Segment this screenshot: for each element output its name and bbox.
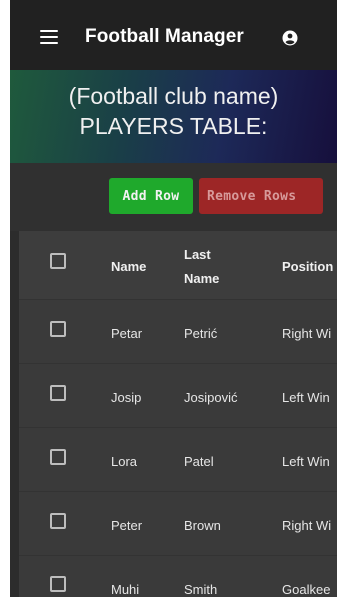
header-last-name-line2: Name xyxy=(184,271,220,286)
cell-name: Muhi xyxy=(111,582,140,597)
row-checkbox[interactable] xyxy=(50,321,66,337)
players-table-heading: PLAYERS TABLE: xyxy=(79,113,268,139)
table-toolbar: Add Row Remove Rows xyxy=(10,163,337,231)
row-checkbox[interactable] xyxy=(50,449,66,465)
table-row[interactable]: Muhi Smith Goalkee xyxy=(19,555,337,597)
add-row-button[interactable]: Add Row xyxy=(109,178,193,214)
cell-last-name: Brown xyxy=(184,518,221,533)
cell-last-name: Patel xyxy=(184,454,214,469)
cell-position: Right Wi xyxy=(282,518,332,533)
app-bar: Football Manager xyxy=(10,0,337,70)
hamburger-menu-icon[interactable] xyxy=(40,30,58,45)
cell-name: Josip xyxy=(111,390,142,405)
cell-name: Lora xyxy=(111,454,138,469)
account-circle-icon[interactable] xyxy=(282,30,298,46)
remove-rows-button[interactable]: Remove Rows xyxy=(199,178,323,214)
cell-name: Petar xyxy=(111,326,143,341)
table-header-row: Name Last Name Position xyxy=(19,231,337,299)
cell-position: Left Win xyxy=(282,390,330,405)
table-row[interactable]: Petar Petrić Right Wi xyxy=(19,299,337,364)
table-row[interactable]: Lora Patel Left Win xyxy=(19,427,337,492)
club-name-heading: (Football club name) xyxy=(68,83,279,109)
app-title: Football Manager xyxy=(85,26,244,47)
cell-last-name: Petrić xyxy=(184,326,218,341)
header-position: Position xyxy=(282,259,334,274)
cell-position: Left Win xyxy=(282,454,330,469)
cell-name: Peter xyxy=(111,518,143,533)
select-all-checkbox[interactable] xyxy=(50,253,66,269)
row-checkbox[interactable] xyxy=(50,513,66,529)
cell-position: Right Wi xyxy=(282,326,332,341)
club-banner: (Football club name) PLAYERS TABLE: xyxy=(10,70,337,163)
header-last-name-line1: Last xyxy=(184,247,211,262)
row-checkbox[interactable] xyxy=(50,385,66,401)
table-row[interactable]: Peter Brown Right Wi xyxy=(19,491,337,556)
cell-last-name: Josipović xyxy=(184,390,238,405)
table-row[interactable]: Josip Josipović Left Win xyxy=(19,363,337,428)
header-name: Name xyxy=(111,259,147,274)
players-table: Name Last Name Position Petar Petrić Rig… xyxy=(19,231,337,597)
app-frame: Football Manager (Football club name) PL… xyxy=(10,0,337,597)
cell-position: Goalkee xyxy=(282,582,331,597)
row-checkbox[interactable] xyxy=(50,576,66,592)
cell-last-name: Smith xyxy=(184,582,218,597)
